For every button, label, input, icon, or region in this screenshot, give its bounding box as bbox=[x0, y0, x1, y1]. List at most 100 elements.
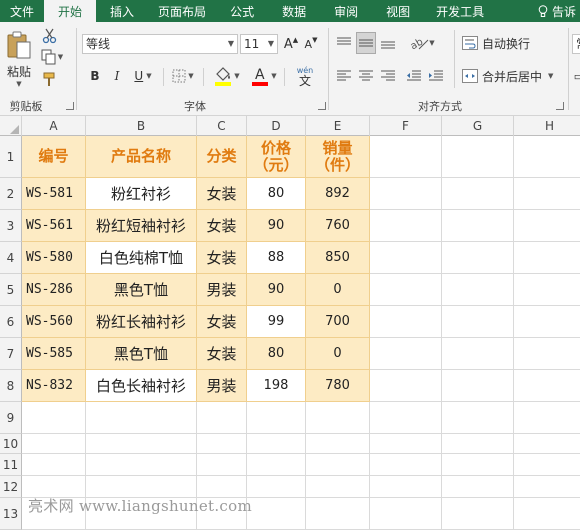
cell-g8[interactable] bbox=[442, 370, 514, 402]
cell-e13[interactable] bbox=[306, 498, 370, 530]
cell-g3[interactable] bbox=[442, 210, 514, 242]
cell-e4[interactable]: 850 bbox=[306, 242, 370, 274]
cell-g1[interactable] bbox=[442, 136, 514, 178]
cell-d3[interactable]: 90 bbox=[247, 210, 306, 242]
cell-c5[interactable]: 男装 bbox=[197, 274, 247, 306]
copy-button[interactable]: ▼ bbox=[40, 48, 64, 66]
column-header-a[interactable]: A bbox=[22, 116, 86, 136]
percent-button[interactable]: ▭ bbox=[574, 66, 580, 86]
cell-h11[interactable] bbox=[514, 454, 580, 476]
cell-f11[interactable] bbox=[370, 454, 442, 476]
cell-d5[interactable]: 90 bbox=[247, 274, 306, 306]
clipboard-dialog-launcher-icon[interactable] bbox=[66, 102, 74, 110]
table-header-cell-a[interactable]: 编号 bbox=[22, 136, 86, 178]
cell-b6[interactable]: 粉红长袖衬衫 bbox=[86, 306, 197, 338]
cell-b5[interactable]: 黑色T恤 bbox=[86, 274, 197, 306]
fill-color-button[interactable]: ▼ bbox=[210, 64, 244, 88]
tab-insert[interactable]: 插入 bbox=[96, 0, 148, 22]
cell-c8[interactable]: 男装 bbox=[197, 370, 247, 402]
align-left-button[interactable] bbox=[334, 66, 354, 86]
cell-e11[interactable] bbox=[306, 454, 370, 476]
cell-d13[interactable] bbox=[247, 498, 306, 530]
row-header-6[interactable]: 6 bbox=[0, 306, 22, 338]
paste-button[interactable]: 粘贴 ▼ bbox=[4, 26, 34, 92]
cell-g11[interactable] bbox=[442, 454, 514, 476]
cell-h6[interactable] bbox=[514, 306, 580, 338]
align-middle-button[interactable] bbox=[356, 32, 376, 54]
cell-f8[interactable] bbox=[370, 370, 442, 402]
cell-h13[interactable] bbox=[514, 498, 580, 530]
column-header-b[interactable]: B bbox=[86, 116, 197, 136]
cell-f5[interactable] bbox=[370, 274, 442, 306]
worksheet-grid[interactable]: 编号 产品名称 分类 价格 （元） 销量 （件） WS-581 粉红衬衫 女装 80 892 WS-… bbox=[22, 136, 580, 530]
column-header-e[interactable]: E bbox=[306, 116, 370, 136]
cell-h4[interactable] bbox=[514, 242, 580, 274]
cell-h1[interactable] bbox=[514, 136, 580, 178]
align-center-button[interactable] bbox=[356, 66, 376, 86]
row-header-4[interactable]: 4 bbox=[0, 242, 22, 274]
cell-d6[interactable]: 99 bbox=[247, 306, 306, 338]
tab-home[interactable]: 开始 bbox=[44, 0, 97, 22]
cell-e2[interactable]: 892 bbox=[306, 178, 370, 210]
cell-h5[interactable] bbox=[514, 274, 580, 306]
cell-b2[interactable]: 粉红衬衫 bbox=[86, 178, 197, 210]
cell-f1[interactable] bbox=[370, 136, 442, 178]
cell-h3[interactable] bbox=[514, 210, 580, 242]
cell-d10[interactable] bbox=[247, 434, 306, 454]
cell-b8[interactable]: 白色长袖衬衫 bbox=[86, 370, 197, 402]
cell-h12[interactable] bbox=[514, 476, 580, 498]
cell-e3[interactable]: 760 bbox=[306, 210, 370, 242]
row-header-5[interactable]: 5 bbox=[0, 274, 22, 306]
tell-me-box[interactable]: 告诉 bbox=[538, 0, 580, 22]
cell-g7[interactable] bbox=[442, 338, 514, 370]
cell-d7[interactable]: 80 bbox=[247, 338, 306, 370]
cell-c9[interactable] bbox=[197, 402, 247, 434]
cell-f9[interactable] bbox=[370, 402, 442, 434]
cell-c4[interactable]: 女装 bbox=[197, 242, 247, 274]
row-header-2[interactable]: 2 bbox=[0, 178, 22, 210]
cell-h8[interactable] bbox=[514, 370, 580, 402]
column-header-g[interactable]: G bbox=[442, 116, 514, 136]
table-header-cell-d[interactable]: 价格 （元） bbox=[247, 136, 306, 178]
cell-e5[interactable]: 0 bbox=[306, 274, 370, 306]
cell-c3[interactable]: 女装 bbox=[197, 210, 247, 242]
column-header-c[interactable]: C bbox=[197, 116, 247, 136]
number-format-select[interactable]: 常 bbox=[572, 34, 580, 54]
cell-e10[interactable] bbox=[306, 434, 370, 454]
cell-b4[interactable]: 白色纯棉T恤 bbox=[86, 242, 197, 274]
align-right-button[interactable] bbox=[378, 66, 398, 86]
cell-a4[interactable]: WS-580 bbox=[22, 242, 86, 274]
cell-h7[interactable] bbox=[514, 338, 580, 370]
cell-e6[interactable]: 700 bbox=[306, 306, 370, 338]
increase-indent-button[interactable] bbox=[426, 66, 446, 86]
column-header-d[interactable]: D bbox=[247, 116, 306, 136]
cell-f2[interactable] bbox=[370, 178, 442, 210]
decrease-indent-button[interactable] bbox=[404, 66, 424, 86]
cell-b3[interactable]: 粉红短袖衬衫 bbox=[86, 210, 197, 242]
cell-e9[interactable] bbox=[306, 402, 370, 434]
row-header-12[interactable]: 12 bbox=[0, 476, 22, 498]
cell-a8[interactable]: NS-832 bbox=[22, 370, 86, 402]
cell-f6[interactable] bbox=[370, 306, 442, 338]
table-header-cell-b[interactable]: 产品名称 bbox=[86, 136, 197, 178]
borders-button[interactable]: ▼ bbox=[170, 66, 196, 86]
phonetic-guide-button[interactable]: wén 文 bbox=[290, 62, 320, 90]
row-header-9[interactable]: 9 bbox=[0, 402, 22, 434]
cell-a6[interactable]: WS-560 bbox=[22, 306, 86, 338]
cell-e8[interactable]: 780 bbox=[306, 370, 370, 402]
column-header-f[interactable]: F bbox=[370, 116, 442, 136]
table-header-cell-c[interactable]: 分类 bbox=[197, 136, 247, 178]
font-size-select[interactable]: 11 ▼ bbox=[240, 34, 278, 54]
cell-d2[interactable]: 80 bbox=[247, 178, 306, 210]
cell-d11[interactable] bbox=[247, 454, 306, 476]
cell-g10[interactable] bbox=[442, 434, 514, 454]
cell-d9[interactable] bbox=[247, 402, 306, 434]
cell-c11[interactable] bbox=[197, 454, 247, 476]
cell-b10[interactable] bbox=[86, 434, 197, 454]
cell-g6[interactable] bbox=[442, 306, 514, 338]
row-header-3[interactable]: 3 bbox=[0, 210, 22, 242]
orientation-button[interactable]: ab ▼ bbox=[406, 32, 440, 54]
cut-button[interactable] bbox=[40, 27, 60, 45]
increase-font-size-button[interactable]: A ▲ bbox=[282, 34, 300, 54]
cell-b7[interactable]: 黑色T恤 bbox=[86, 338, 197, 370]
